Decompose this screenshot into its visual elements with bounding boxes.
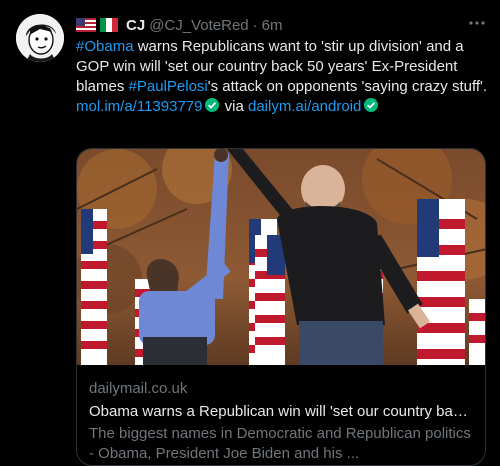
user-handle[interactable]: @CJ_VoteRed (149, 17, 248, 34)
link-preview-card[interactable]: dailymail.co.uk Obama warns a Republican… (76, 148, 486, 466)
hashtag-paulpelosi[interactable]: #PaulPelosi (129, 78, 208, 95)
avatar-cartoon-image (16, 14, 64, 62)
verified-check-icon (205, 98, 220, 112)
header-separator: · (252, 16, 258, 34)
card-domain: dailymail.co.uk (89, 380, 188, 397)
card-title[interactable]: Obama warns a Republican win will 'set o… (89, 402, 475, 422)
display-name[interactable]: CJ (126, 17, 145, 34)
link-dailym-ai[interactable]: dailym.ai/android (248, 98, 361, 115)
hashtag-obama[interactable]: #Obama (76, 38, 134, 55)
tweet[interactable]: CJ @CJ_VoteRed · 6m #Obama warns Republi… (0, 0, 500, 466)
more-horizontal-icon (469, 21, 485, 25)
avatar[interactable] (16, 14, 64, 62)
link-mol-im[interactable]: mol.im/a/11393779 (76, 98, 202, 115)
card-photo[interactable] (77, 149, 486, 365)
card-meta: dailymail.co.uk Obama warns a Republican… (89, 379, 475, 464)
italy-flag-icon (100, 18, 118, 32)
tweet-text: #Obama warns Republicans want to 'stir u… (76, 37, 488, 117)
card-description: The biggest names in Democratic and Repu… (89, 425, 471, 462)
verified-check-icon (364, 98, 379, 112)
tweet-header: CJ @CJ_VoteRed · 6m (76, 15, 282, 35)
tweet-text-part-2: 's attack on opponents 'saying crazy stu… (207, 78, 488, 95)
more-options-button[interactable] (466, 14, 488, 32)
us-flag-icon (76, 18, 96, 32)
via-text: via (220, 98, 248, 115)
timestamp[interactable]: 6m (262, 17, 283, 34)
